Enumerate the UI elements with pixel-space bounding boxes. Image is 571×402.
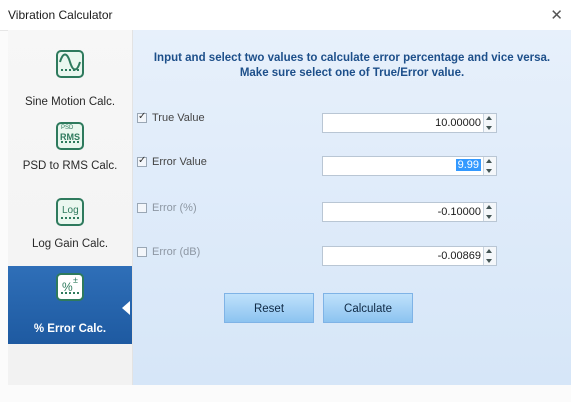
- true-value-input[interactable]: 10.00000: [435, 117, 481, 129]
- error-db-checkbox[interactable]: [137, 247, 147, 257]
- error-db-spinner[interactable]: [483, 247, 496, 265]
- sidebar-item-label: Sine Motion Calc.: [24, 96, 116, 108]
- psd-rms-icon: PSD RMS: [56, 122, 84, 150]
- calculate-button[interactable]: Calculate: [323, 293, 413, 323]
- sidebar-item-sine-motion[interactable]: Sine Motion Calc.: [8, 30, 132, 108]
- true-value-checkbox-row[interactable]: True Value: [137, 111, 267, 128]
- error-value-checkbox-row[interactable]: Error Value: [137, 155, 267, 172]
- title-bar: Vibration Calculator ✕: [0, 0, 571, 31]
- error-db-checkbox-row[interactable]: Error (dB): [137, 246, 267, 262]
- error-percent-spinner[interactable]: [483, 203, 496, 221]
- error-value-checkbox[interactable]: [137, 155, 147, 167]
- sidebar-item-percent-error[interactable]: % ± % Error Calc.: [8, 266, 132, 344]
- sidebar-item-label: PSD to RMS Calc.: [22, 160, 118, 172]
- error-value-label: Error Value: [152, 156, 207, 168]
- error-percent-label: Error (%): [152, 202, 197, 214]
- instruction-line-1: Input and select two values to calculate…: [153, 52, 551, 64]
- percent-error-icon: % ±: [56, 273, 84, 301]
- sidebar-item-psd-rms[interactable]: PSD RMS PSD to RMS Calc.: [8, 109, 132, 187]
- close-icon[interactable]: ✕: [550, 6, 563, 24]
- window-title: Vibration Calculator: [8, 8, 113, 22]
- error-percent-field[interactable]: -0.10000: [322, 202, 497, 222]
- sine-wave-icon: [56, 50, 84, 78]
- error-percent-checkbox[interactable]: [137, 203, 147, 213]
- true-value-checkbox[interactable]: [137, 111, 147, 123]
- active-item-indicator: [122, 301, 130, 315]
- error-value-spinner[interactable]: [483, 157, 496, 175]
- reset-button[interactable]: Reset: [224, 293, 314, 323]
- instruction-line-2: Make sure select one of True/Error value…: [239, 67, 465, 79]
- error-db-input[interactable]: -0.00869: [438, 250, 481, 262]
- sidebar-item-label: % Error Calc.: [33, 323, 107, 335]
- error-percent-checkbox-row[interactable]: Error (%): [137, 202, 267, 218]
- error-value-field[interactable]: 9.99: [322, 156, 497, 176]
- error-db-label: Error (dB): [152, 246, 201, 258]
- error-value-input[interactable]: 9.99: [455, 159, 481, 171]
- error-db-field[interactable]: -0.00869: [322, 246, 497, 266]
- true-value-spinner[interactable]: [483, 114, 496, 132]
- sidebar-item-label: Log Gain Calc.: [31, 238, 109, 250]
- log-gain-icon: Log: [56, 198, 84, 226]
- true-value-field[interactable]: 10.00000: [322, 113, 497, 133]
- sidebar: Sine Motion Calc. PSD RMS PSD to RMS Cal…: [8, 30, 133, 385]
- sidebar-item-log-gain[interactable]: Log Log Gain Calc.: [8, 188, 132, 266]
- vibration-calculator-window: Vibration Calculator ✕ Sine Motion Calc.…: [0, 0, 571, 402]
- true-value-label: True Value: [152, 112, 205, 124]
- error-percent-input[interactable]: -0.10000: [438, 206, 481, 218]
